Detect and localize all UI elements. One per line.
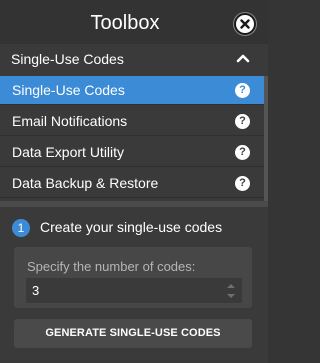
help-icon[interactable]: ? [235,176,250,191]
codes-input-card: Specify the number of codes: [14,247,252,308]
menu-item-single-use-codes[interactable]: Single-Use Codes ? [0,76,264,105]
codes-count-input[interactable] [26,278,242,303]
close-icon [240,19,250,29]
menu-item-label: Email Notifications [12,113,128,129]
menu-item-label: Single-Use Codes [12,82,125,98]
menu-item-data-export-utility[interactable]: Data Export Utility ? [0,138,264,167]
menu-item-label: Data Backup & Restore [12,175,159,191]
menu-item-label: Data Export Utility [12,144,125,160]
chevron-up-icon[interactable] [236,53,250,63]
help-icon[interactable]: ? [235,145,250,160]
menu-item-data-backup-restore[interactable]: Data Backup & Restore ? [0,169,264,198]
section-header[interactable]: Single-Use Codes [0,44,268,74]
help-icon[interactable]: ? [235,83,250,98]
close-button[interactable] [234,13,256,35]
menu-scrollbar[interactable] [264,76,268,201]
section-divider [0,201,268,207]
generate-codes-button[interactable]: GENERATE SINGLE-USE CODES [14,319,252,348]
toolbox-panel: Toolbox Single-Use Codes Single-Use Code… [0,0,268,363]
help-icon[interactable]: ? [235,114,250,129]
step-title: Create your single-use codes [40,219,223,235]
step-number-badge: 1 [12,219,30,237]
section-header-label: Single-Use Codes [11,51,124,67]
codes-input-label: Specify the number of codes: [27,259,196,274]
number-stepper-icon[interactable] [226,280,236,302]
toolbox-header: Toolbox [0,0,268,46]
toolbox-title: Toolbox [90,12,160,34]
menu-item-email-notifications[interactable]: Email Notifications ? [0,107,264,136]
